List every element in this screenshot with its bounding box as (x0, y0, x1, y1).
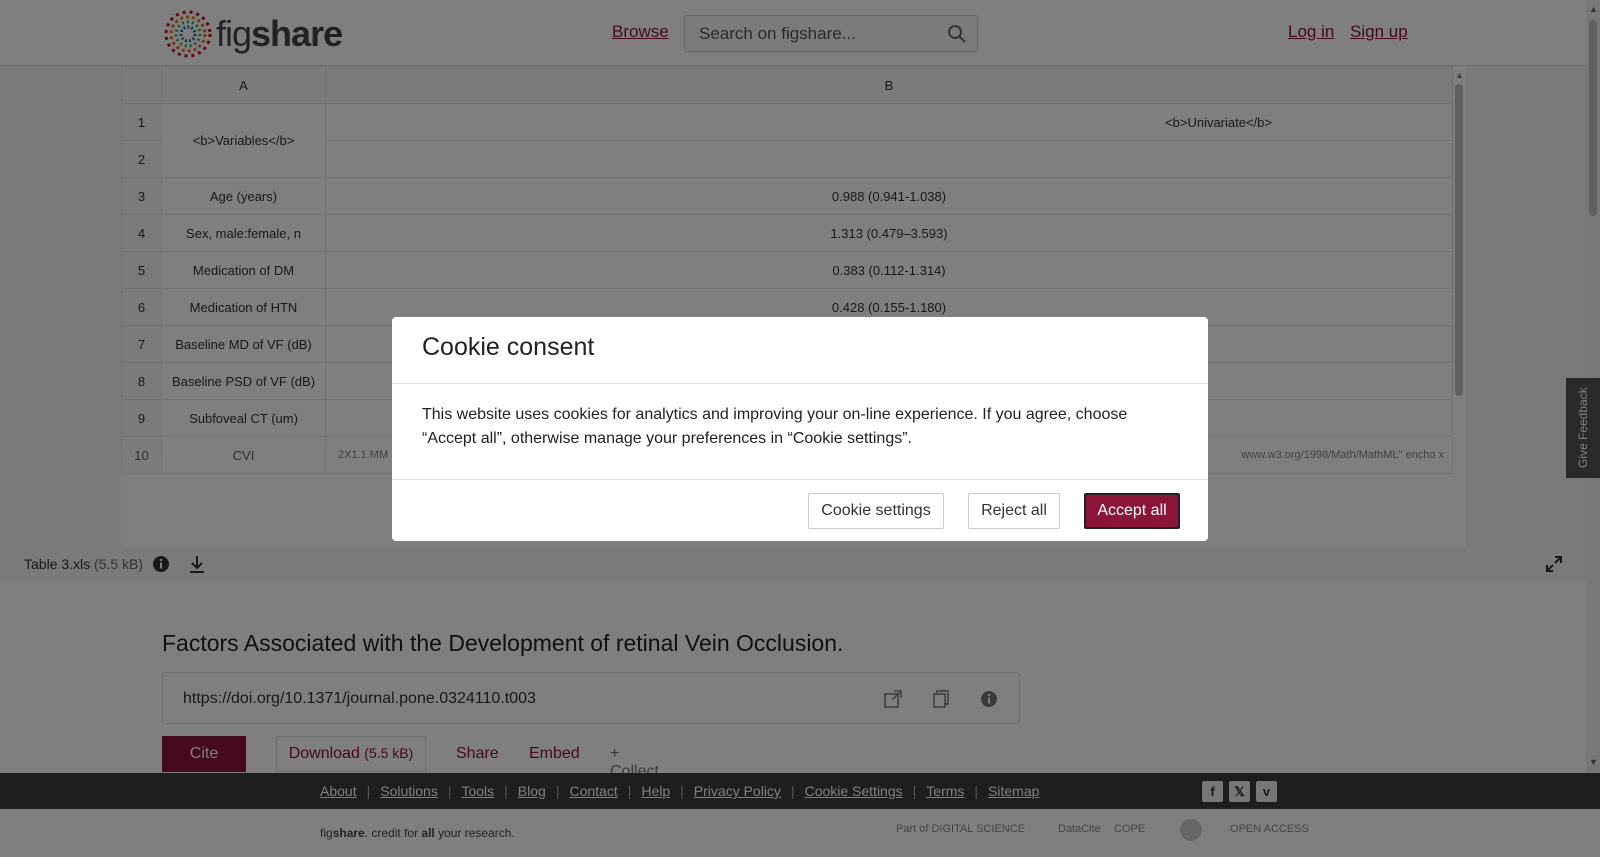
cookie-dialog-title: Cookie consent (422, 333, 595, 361)
cookie-dialog-body: This website uses cookies for analytics … (422, 406, 1128, 447)
divider (392, 383, 1208, 384)
cookie-settings-button[interactable]: Cookie settings (808, 493, 944, 529)
accept-all-button[interactable]: Accept all (1084, 493, 1180, 529)
divider (392, 479, 1208, 480)
reject-all-button[interactable]: Reject all (968, 493, 1060, 529)
cookie-consent-dialog: Cookie consent This website uses cookies… (392, 317, 1208, 541)
